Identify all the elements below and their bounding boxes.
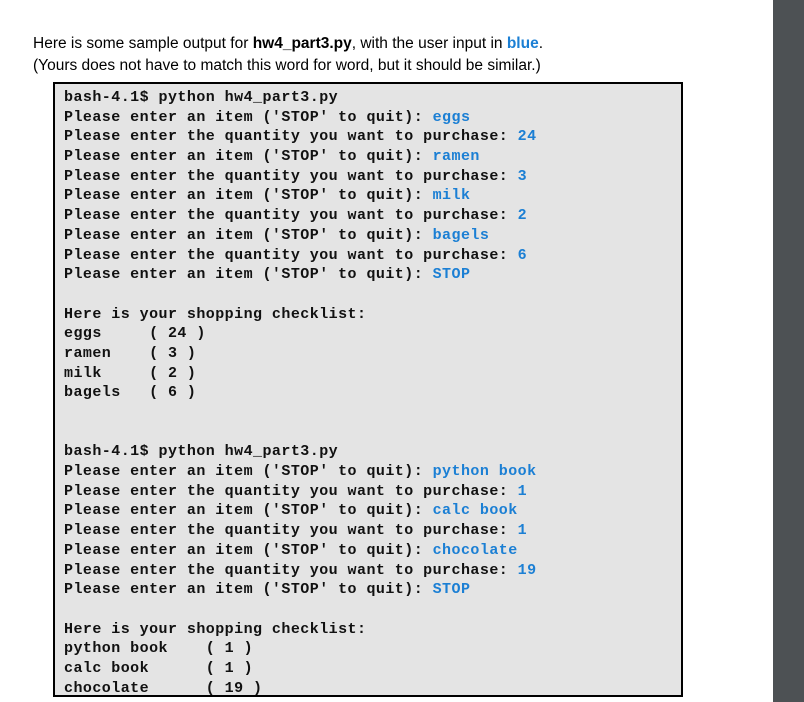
terminal-prompt-line: Please enter an item ('STOP' to quit): b… xyxy=(64,226,681,246)
user-input-text: 1 xyxy=(517,482,528,500)
terminal-prompt-line: Please enter the quantity you want to pu… xyxy=(64,127,681,147)
intro-text-lead: Here is some sample output for xyxy=(33,34,253,52)
terminal-prompt-line: Please enter an item ('STOP' to quit): e… xyxy=(64,108,681,128)
prompt-text: Please enter the quantity you want to pu… xyxy=(64,482,518,500)
checklist-row: chocolate ( 19 ) xyxy=(64,679,263,697)
terminal-prompt-line: Please enter an item ('STOP' to quit): S… xyxy=(64,580,681,600)
terminal-output-box: bash-4.1$ python hw4_part3.py Please ente… xyxy=(53,82,683,697)
user-input-text: python book xyxy=(432,463,537,481)
user-input-text: milk xyxy=(432,187,471,205)
user-input-text: 1 xyxy=(517,522,528,540)
terminal-prompt-line: Please enter an item ('STOP' to quit): p… xyxy=(64,462,681,482)
prompt-text: Please enter the quantity you want to pu… xyxy=(64,246,518,264)
terminal-prompt-line: Please enter the quantity you want to pu… xyxy=(64,521,681,541)
terminal-prompt-line: Please enter an item ('STOP' to quit): r… xyxy=(64,147,681,167)
user-input-text: 6 xyxy=(517,246,528,264)
checklist-row: calc book ( 1 ) xyxy=(64,659,254,677)
user-input-text: STOP xyxy=(432,581,471,599)
prompt-text: Please enter the quantity you want to pu… xyxy=(64,207,518,225)
user-input-text: bagels xyxy=(432,226,490,244)
user-input-text: 2 xyxy=(517,207,528,225)
user-input-text: 3 xyxy=(517,167,528,185)
intro-line-2: (Yours does not have to match this word … xyxy=(33,57,541,74)
intro-text-mid: , with the user input in xyxy=(351,34,507,52)
prompt-text: Please enter an item ('STOP' to quit): xyxy=(64,187,433,205)
terminal-command-line: bash-4.1$ python hw4_part3.py xyxy=(64,443,339,461)
user-input-text: 24 xyxy=(517,128,537,146)
prompt-text: Please enter the quantity you want to pu… xyxy=(64,522,518,540)
prompt-text: Please enter the quantity you want to pu… xyxy=(64,128,518,146)
intro-blue-word: blue xyxy=(506,34,539,52)
checklist-row: eggs ( 24 ) xyxy=(64,325,206,343)
prompt-text: Please enter an item ('STOP' to quit): xyxy=(64,581,433,599)
intro-filename: hw4_part3.py xyxy=(252,34,352,52)
terminal-prompt-line: Please enter the quantity you want to pu… xyxy=(64,167,681,187)
prompt-text: Please enter an item ('STOP' to quit): xyxy=(64,226,433,244)
right-gutter-band xyxy=(773,0,804,702)
user-input-text: STOP xyxy=(432,266,471,284)
prompt-text: Please enter the quantity you want to pu… xyxy=(64,561,518,579)
prompt-text: Please enter an item ('STOP' to quit): xyxy=(64,148,433,166)
terminal-prompt-line: Please enter the quantity you want to pu… xyxy=(64,561,681,581)
prompt-text: Please enter an item ('STOP' to quit): xyxy=(64,108,433,126)
terminal-prompt-line: Please enter an item ('STOP' to quit): m… xyxy=(64,186,681,206)
terminal-prompt-line: Please enter an item ('STOP' to quit): c… xyxy=(64,541,681,561)
prompt-text: Please enter the quantity you want to pu… xyxy=(64,167,518,185)
terminal-prompt-line: Please enter the quantity you want to pu… xyxy=(64,246,681,266)
checklist-header: Here is your shopping checklist: xyxy=(64,305,367,323)
terminal-command-line: bash-4.1$ python hw4_part3.py xyxy=(64,89,339,106)
terminal-prompt-line: Please enter the quantity you want to pu… xyxy=(64,206,681,226)
prompt-text: Please enter an item ('STOP' to quit): xyxy=(64,463,433,481)
terminal-prompt-line: Please enter the quantity you want to pu… xyxy=(64,482,681,502)
terminal-prompt-line: Please enter an item ('STOP' to quit): c… xyxy=(64,501,681,521)
intro-paragraph: Here is some sample output for hw4_part3… xyxy=(33,33,733,78)
user-input-text: ramen xyxy=(432,148,480,166)
page-content: Here is some sample output for hw4_part3… xyxy=(0,0,773,702)
checklist-header: Here is your shopping checklist: xyxy=(64,620,367,638)
prompt-text: Please enter an item ('STOP' to quit): xyxy=(64,541,433,559)
intro-text-period: . xyxy=(538,34,544,52)
checklist-row: bagels ( 6 ) xyxy=(64,384,197,402)
user-input-text: chocolate xyxy=(432,541,518,559)
prompt-text: Please enter an item ('STOP' to quit): xyxy=(64,502,433,520)
checklist-row: ramen ( 3 ) xyxy=(64,344,197,362)
user-input-text: calc book xyxy=(432,502,518,520)
checklist-row: python book ( 1 ) xyxy=(64,640,254,658)
user-input-text: 19 xyxy=(517,561,537,579)
checklist-row: milk ( 2 ) xyxy=(64,364,197,382)
terminal-prompt-line: Please enter an item ('STOP' to quit): S… xyxy=(64,265,681,285)
terminal-body: bash-4.1$ python hw4_part3.py Please ente… xyxy=(64,88,681,697)
user-input-text: eggs xyxy=(432,108,471,126)
prompt-text: Please enter an item ('STOP' to quit): xyxy=(64,266,433,284)
